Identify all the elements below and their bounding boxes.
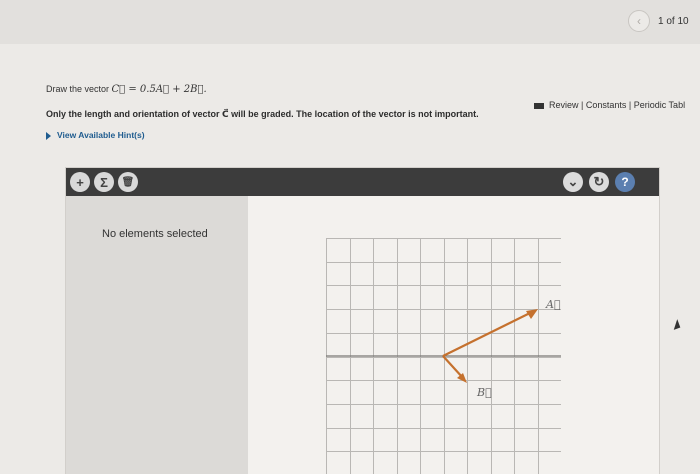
- page-counter: ‹ 1 of 10: [622, 8, 700, 34]
- vector-b-line[interactable]: [442, 355, 464, 379]
- vector-a-label: A⃗: [545, 298, 561, 311]
- book-icon: [534, 102, 544, 109]
- drawing-toolbar: + Σ 🗑 ⌄ ↻ ?: [66, 168, 659, 196]
- resources-text: Review | Constants | Periodic Tabl: [549, 100, 686, 110]
- delete-button[interactable]: 🗑: [118, 172, 138, 192]
- view-hints-link[interactable]: View Available Hint(s): [46, 130, 145, 140]
- mouse-cursor-icon: [670, 319, 681, 330]
- plus-icon: +: [76, 174, 84, 190]
- vector-b[interactable]: [442, 355, 467, 383]
- expand-triangle-icon: [46, 131, 51, 140]
- trash-icon: 🗑: [121, 176, 135, 188]
- vector-a[interactable]: [442, 309, 538, 357]
- elements-panel: No elements selected: [66, 196, 248, 474]
- chevron-down-icon: ⌄: [567, 174, 579, 189]
- grade-note-vector: C⃗: [222, 109, 229, 119]
- page-counter-text: 1 of 10: [658, 15, 689, 27]
- grade-note-prefix: Only the length and orientation of vecto…: [46, 109, 223, 119]
- options-dropdown-button[interactable]: ⌄: [563, 172, 583, 192]
- chevron-left-icon: ‹: [637, 14, 641, 28]
- help-button[interactable]: ?: [615, 172, 635, 192]
- grading-note: Only the length and orientation of vecto…: [46, 109, 479, 120]
- vector-sum-button[interactable]: Σ: [94, 172, 114, 192]
- grid-canvas[interactable]: A⃗ B⃗: [326, 238, 561, 474]
- vector-drawing-tool: + Σ 🗑 ⌄ ↻ ? No elements selected A⃗ B⃗: [65, 167, 660, 474]
- drawing-canvas[interactable]: A⃗ B⃗: [248, 196, 659, 474]
- top-bar: ‹ 1 of 10: [0, 0, 700, 44]
- add-vector-button[interactable]: +: [70, 172, 90, 192]
- prompt-prefix: Draw the vector: [46, 84, 112, 94]
- vector-b-label: B⃗: [476, 386, 492, 399]
- hints-label: View Available Hint(s): [57, 130, 145, 140]
- no-elements-message: No elements selected: [102, 228, 208, 240]
- toolbar-left-group: + Σ 🗑: [70, 172, 138, 192]
- previous-page-button[interactable]: ‹: [628, 10, 650, 32]
- resources-links[interactable]: Review | Constants | Periodic Tabl: [534, 100, 700, 110]
- prompt-equation: C⃗ = 0.5A⃗ + 2B⃗.: [111, 84, 207, 95]
- sigma-icon: Σ: [100, 174, 108, 190]
- reset-icon: ↻: [593, 174, 605, 189]
- content-area: Review | Constants | Periodic Tabl Draw …: [0, 44, 700, 474]
- toolbar-right-group: ⌄ ↻ ?: [563, 172, 635, 192]
- grade-note-suffix: will be graded. The location of the vect…: [228, 109, 479, 119]
- question-icon: ?: [621, 175, 629, 189]
- reset-button[interactable]: ↻: [589, 172, 609, 192]
- problem-prompt: Draw the vector C⃗ = 0.5A⃗ + 2B⃗.: [46, 84, 207, 95]
